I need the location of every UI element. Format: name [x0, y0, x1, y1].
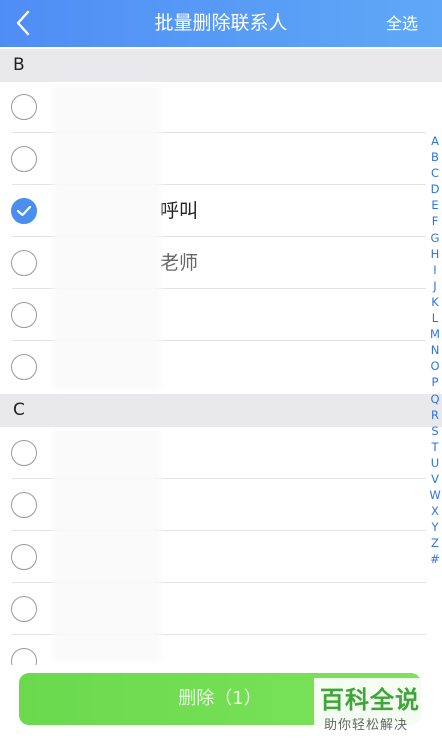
list-item[interactable]: [0, 341, 426, 393]
unchecked-circle-icon[interactable]: [11, 492, 37, 518]
unchecked-circle-icon[interactable]: [11, 302, 37, 328]
index-letter[interactable]: T: [428, 439, 442, 455]
index-letter[interactable]: C: [428, 165, 442, 181]
watermark-logo: 百科全说 助你轻松解决: [314, 678, 428, 736]
index-letter[interactable]: O: [428, 358, 442, 374]
unchecked-circle-icon[interactable]: [11, 146, 37, 172]
unchecked-circle-icon[interactable]: [11, 94, 37, 120]
watermark-main-text: 百科全说: [320, 686, 420, 714]
index-letter[interactable]: I: [428, 262, 442, 278]
section-header-b: B: [0, 49, 442, 82]
index-letter[interactable]: H: [428, 246, 442, 262]
page-title: 批量删除联系人: [154, 12, 288, 34]
list-item[interactable]: [0, 635, 426, 665]
header-bar: 批量删除联系人 全选: [0, 0, 442, 47]
list-item[interactable]: [0, 81, 426, 133]
index-letter[interactable]: K: [428, 294, 442, 310]
list-item[interactable]: 呼叫: [0, 185, 426, 237]
index-letter[interactable]: W: [428, 487, 442, 503]
section-header-c: C: [0, 394, 442, 427]
unchecked-circle-icon[interactable]: [11, 648, 37, 665]
index-letter[interactable]: Z: [428, 535, 442, 551]
list-item[interactable]: [0, 479, 426, 531]
index-letter[interactable]: L: [428, 310, 442, 326]
index-letter[interactable]: M: [428, 326, 442, 342]
index-letter[interactable]: Y: [428, 519, 442, 535]
index-letter[interactable]: #: [428, 551, 442, 567]
select-all-button[interactable]: 全选: [386, 0, 418, 47]
index-letter[interactable]: Q: [428, 391, 442, 407]
list-item[interactable]: [0, 583, 426, 635]
unchecked-circle-icon[interactable]: [11, 440, 37, 466]
index-letter[interactable]: N: [428, 342, 442, 358]
list-item[interactable]: [0, 289, 426, 341]
unchecked-circle-icon[interactable]: [11, 596, 37, 622]
list-item[interactable]: [0, 427, 426, 479]
list-item[interactable]: [0, 133, 426, 185]
index-letter[interactable]: G: [428, 230, 442, 246]
contact-name: 老师: [160, 252, 199, 274]
index-letter[interactable]: A: [428, 133, 442, 149]
index-letter[interactable]: R: [428, 407, 442, 423]
index-letter[interactable]: V: [428, 471, 442, 487]
index-letter[interactable]: P: [428, 374, 442, 390]
index-letter[interactable]: S: [428, 423, 442, 439]
unchecked-circle-icon[interactable]: [11, 544, 37, 570]
index-letter[interactable]: J: [428, 278, 442, 294]
contact-name: 呼叫: [160, 200, 199, 222]
index-letter[interactable]: B: [428, 149, 442, 165]
list-item[interactable]: 老师: [0, 237, 426, 289]
unchecked-circle-icon[interactable]: [11, 250, 37, 276]
index-letter[interactable]: F: [428, 213, 442, 229]
list-item[interactable]: [0, 531, 426, 583]
checked-circle-icon[interactable]: [11, 198, 37, 224]
index-letter[interactable]: D: [428, 181, 442, 197]
index-letter[interactable]: E: [428, 197, 442, 213]
index-letter[interactable]: U: [428, 455, 442, 471]
watermark-sub-text: 助你轻松解决: [324, 718, 409, 733]
index-letter[interactable]: X: [428, 503, 442, 519]
unchecked-circle-icon[interactable]: [11, 354, 37, 380]
alphabet-index[interactable]: A B C D E F G H I J K L M N O P Q R S T …: [428, 133, 442, 568]
